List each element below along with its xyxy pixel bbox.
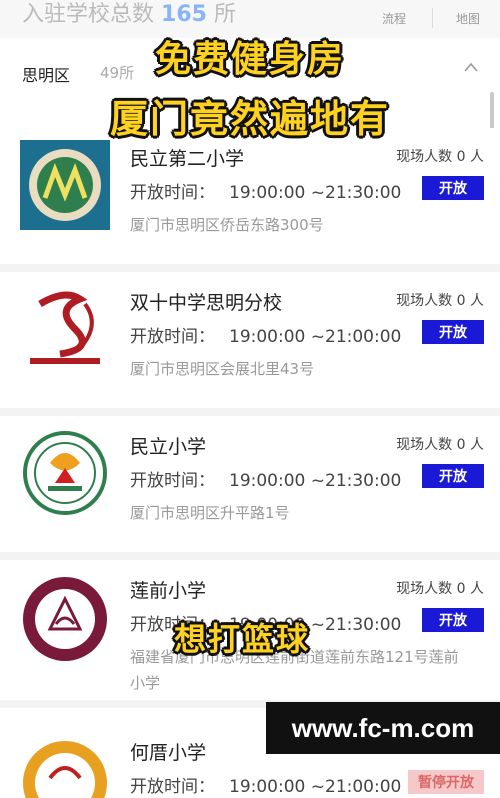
people-count: 现场人数 0 人	[396, 581, 484, 597]
school-count-label: 入驻学校总数	[22, 2, 155, 27]
closed-status-button[interactable]: 暂停开放	[408, 770, 484, 794]
school-address: 厦门市思明区会展北里43号	[130, 360, 315, 378]
process-link[interactable]: 流程	[382, 10, 406, 27]
school-card[interactable]: 民立第二小学 现场人数 0 人 开放时间： 19:00:00 ~21:30:00 …	[0, 128, 500, 272]
hours-value: 19:00:00 ~21:00:00	[229, 327, 402, 347]
school-name: 民立小学	[130, 436, 207, 458]
school-name: 民立第二小学	[130, 148, 245, 170]
people-count: 现场人数 0 人	[396, 437, 484, 453]
hours-value: 19:00:00 ~21:30:00	[229, 471, 402, 491]
opening-hours: 开放时间： 19:00:00 ~21:30:00	[130, 466, 401, 491]
school-count-unit: 所	[213, 2, 236, 27]
school-name: 莲前小学	[130, 580, 207, 602]
overlay-title-line1: 免费健身房	[154, 39, 345, 80]
school-address: 厦门市思明区侨岳东路300号	[130, 216, 324, 234]
open-status-button[interactable]: 开放	[422, 176, 484, 200]
open-status-button[interactable]: 开放	[422, 320, 484, 344]
school-logo-icon	[20, 738, 110, 798]
school-count-number: 165	[161, 2, 207, 27]
people-count: 现场人数 0 人	[396, 149, 484, 165]
watermark: www.fc-m.com	[266, 702, 500, 754]
overlay-title-line2: 厦门竟然遍地有	[109, 97, 390, 141]
school-count: 入驻学校总数 165 所	[22, 0, 236, 28]
map-link[interactable]: 地图	[456, 10, 480, 27]
hours-label: 开放时间：	[130, 327, 215, 347]
school-logo-icon	[20, 284, 110, 374]
hours-value: 19:00:00 ~21:30:00	[229, 183, 402, 203]
school-card[interactable]: 双十中学思明分校 现场人数 0 人 开放时间： 19:00:00 ~21:00:0…	[0, 272, 500, 416]
opening-hours: 开放时间： 19:00:00 ~21:00:00	[130, 322, 401, 347]
school-name: 双十中学思明分校	[130, 292, 283, 314]
people-count: 现场人数 0 人	[396, 293, 484, 309]
school-logo-icon	[20, 574, 110, 664]
open-status-button[interactable]: 开放	[422, 464, 484, 488]
open-status-button[interactable]: 开放	[422, 608, 484, 632]
hours-label: 开放时间：	[130, 777, 215, 797]
hours-value: 19:00:00 ~21:00:00	[229, 777, 402, 797]
school-name: 何厝小学	[130, 742, 207, 764]
hours-label: 开放时间：	[130, 471, 215, 491]
school-address: 厦门市思明区升平路1号	[130, 504, 290, 522]
opening-hours: 开放时间： 19:00:00 ~21:00:00	[130, 772, 401, 797]
school-logo-icon	[20, 428, 110, 518]
divider	[432, 8, 433, 28]
overlay-caption: 想打篮球	[174, 620, 311, 658]
school-logo-icon	[20, 140, 110, 230]
opening-hours: 开放时间： 19:00:00 ~21:30:00	[130, 178, 401, 203]
school-card[interactable]: 民立小学 现场人数 0 人 开放时间： 19:00:00 ~21:30:00 开放…	[0, 416, 500, 560]
hours-label: 开放时间：	[130, 183, 215, 203]
